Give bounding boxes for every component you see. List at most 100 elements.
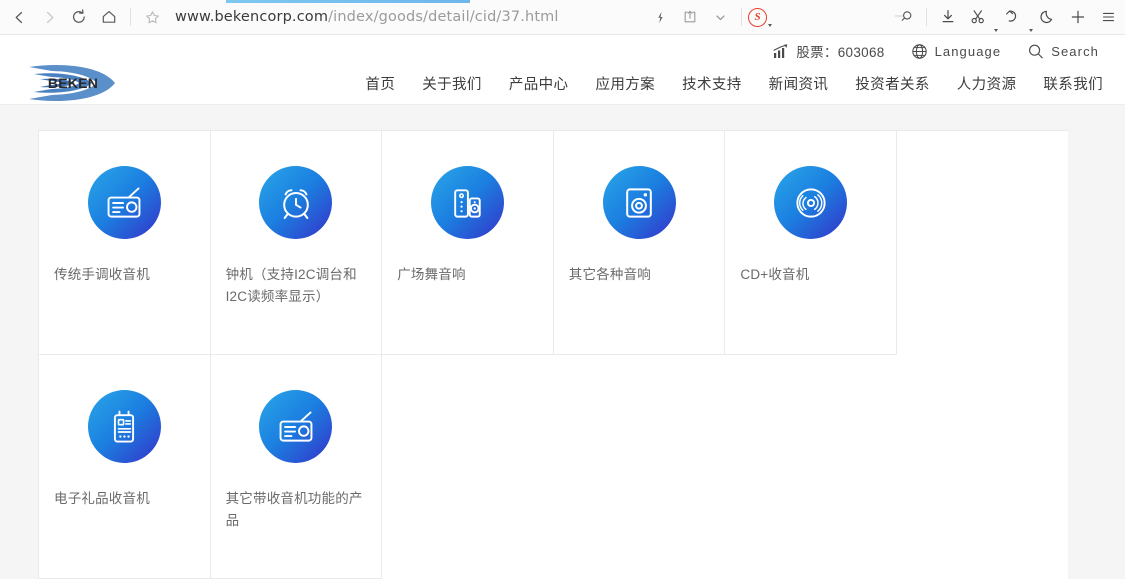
category-icon-circle [88,166,161,239]
sogou-extension-button[interactable]: S [748,8,772,27]
category-icon-circle [431,166,504,239]
nav-item-about[interactable]: 关于我们 [422,71,482,96]
browser-right-tools: S [645,2,1125,32]
category-icon-circle [774,166,847,239]
speaker-pair-icon [447,183,487,223]
category-label: 其它带收音机功能的产品 [211,488,366,532]
address-bar[interactable]: www.bekencorp.com/index/goods/detail/cid… [167,0,645,34]
site-header: BEKEN 股票：603068 Language [0,35,1125,105]
nav-item-home[interactable]: 首页 [365,71,395,96]
site-logo[interactable]: BEKEN [27,61,116,105]
url-host: www.bekencorp.com [175,9,328,25]
find-in-page-icon [894,9,916,25]
screenshot-button[interactable] [963,2,998,32]
category-label: CD+收音机 [725,264,880,286]
new-tab-button[interactable] [1063,2,1093,32]
stock-info[interactable]: 股票：603068 [773,41,884,61]
category-label: 广场舞音响 [382,264,537,286]
utility-bar: 股票：603068 Language Search [773,41,1099,61]
browser-toolbar: www.bekencorp.com/index/goods/detail/cid… [0,0,1125,35]
category-grid: 传统手调收音机 钟机（支持I2C调台和I2C读频率显示） [38,130,1068,579]
nav-item-investors[interactable]: 投资者关系 [855,71,930,96]
lightning-icon [653,10,668,25]
language-label: Language [935,44,1002,59]
back-button[interactable] [4,2,34,32]
nav-item-careers[interactable]: 人力资源 [957,71,1017,96]
find-in-page-button[interactable] [890,2,920,32]
home-button[interactable] [94,2,124,32]
browser-nav-buttons [0,2,167,32]
download-button[interactable] [933,2,963,32]
share-icon [682,9,698,25]
category-card-cd-radio[interactable]: CD+收音机 [725,131,897,355]
reload-button[interactable] [64,2,94,32]
language-switcher[interactable]: Language [911,43,1002,60]
category-label: 钟机（支持I2C调台和I2C读频率显示） [211,264,366,308]
active-tab-indicator [226,0,470,3]
download-icon [939,8,957,26]
reload-icon [70,8,88,26]
globe-icon [911,43,928,60]
sogou-icon: S [748,8,767,27]
plus-icon [1069,8,1087,26]
radio-icon [276,407,316,447]
category-card-traditional-radio[interactable]: 传统手调收音机 [39,131,211,355]
radio-icon [104,183,144,223]
speaker-icon [619,183,659,223]
url-text: www.bekencorp.com/index/goods/detail/cid… [167,9,559,25]
browser-menu-button[interactable] [1093,2,1123,32]
bookmark-button[interactable] [137,2,167,32]
url-path: /index/goods/detail/cid/37.html [328,9,559,25]
scissors-icon [969,8,987,26]
night-mode-button[interactable] [1033,2,1063,32]
sogou-caret-icon [768,24,772,27]
nav-item-news[interactable]: 新闻资讯 [769,71,829,96]
category-label: 电子礼品收音机 [39,488,194,510]
nav-item-support[interactable]: 技术支持 [682,71,742,96]
search-icon [1027,43,1044,60]
undo-icon-wrap[interactable] [998,2,1028,32]
cd-disc-icon [791,183,831,223]
undo-icon [1004,8,1022,26]
nav-item-contact[interactable]: 联系我们 [1043,71,1103,96]
category-icon-circle [88,390,161,463]
category-card-other-radio-products[interactable]: 其它带收音机功能的产品 [211,355,383,579]
category-card-gift-radio[interactable]: 电子礼品收音机 [39,355,211,579]
main-navigation: 首页 关于我们 产品中心 应用方案 技术支持 新闻资讯 投资者关系 人力资源 联… [365,71,1103,96]
nav-item-products[interactable]: 产品中心 [509,71,569,96]
toolbar-expand-button[interactable] [705,2,735,32]
search-label: Search [1051,44,1099,59]
hamburger-menu-icon [1100,9,1116,25]
page-body: 传统手调收音机 钟机（支持I2C调台和I2C读频率显示） [0,105,1125,568]
category-card-other-speakers[interactable]: 其它各种音响 [554,131,726,355]
category-icon-circle [603,166,676,239]
svg-text:BEKEN: BEKEN [48,75,98,91]
toolbar-divider-2 [741,8,742,26]
category-label: 其它各种音响 [554,264,709,286]
portable-radio-icon [104,407,144,447]
back-chevron-icon [11,9,28,26]
share-button[interactable] [675,2,705,32]
toolbar-divider-3 [926,8,927,26]
stock-chart-icon [773,44,789,59]
category-icon-circle [259,166,332,239]
home-icon [100,8,118,26]
toolbar-divider [130,8,131,26]
beken-logo-icon: BEKEN [27,61,116,105]
category-icon-circle [259,390,332,463]
stock-label: 股票：603068 [796,41,884,61]
chevron-down-icon [713,10,728,25]
site-search[interactable]: Search [1027,43,1099,60]
star-icon [144,9,161,26]
lightning-button[interactable] [645,2,675,32]
alarm-clock-icon [276,183,316,223]
forward-chevron-icon [41,9,58,26]
category-card-square-dance-speaker[interactable]: 广场舞音响 [382,131,554,355]
category-label: 传统手调收音机 [39,264,194,286]
restore-button[interactable] [998,2,1033,32]
category-card-clock-radio[interactable]: 钟机（支持I2C调台和I2C读频率显示） [211,131,383,355]
moon-icon [1039,8,1057,26]
scissors-icon-wrap[interactable] [963,2,993,32]
forward-button[interactable] [34,2,64,32]
nav-item-solutions[interactable]: 应用方案 [595,71,655,96]
